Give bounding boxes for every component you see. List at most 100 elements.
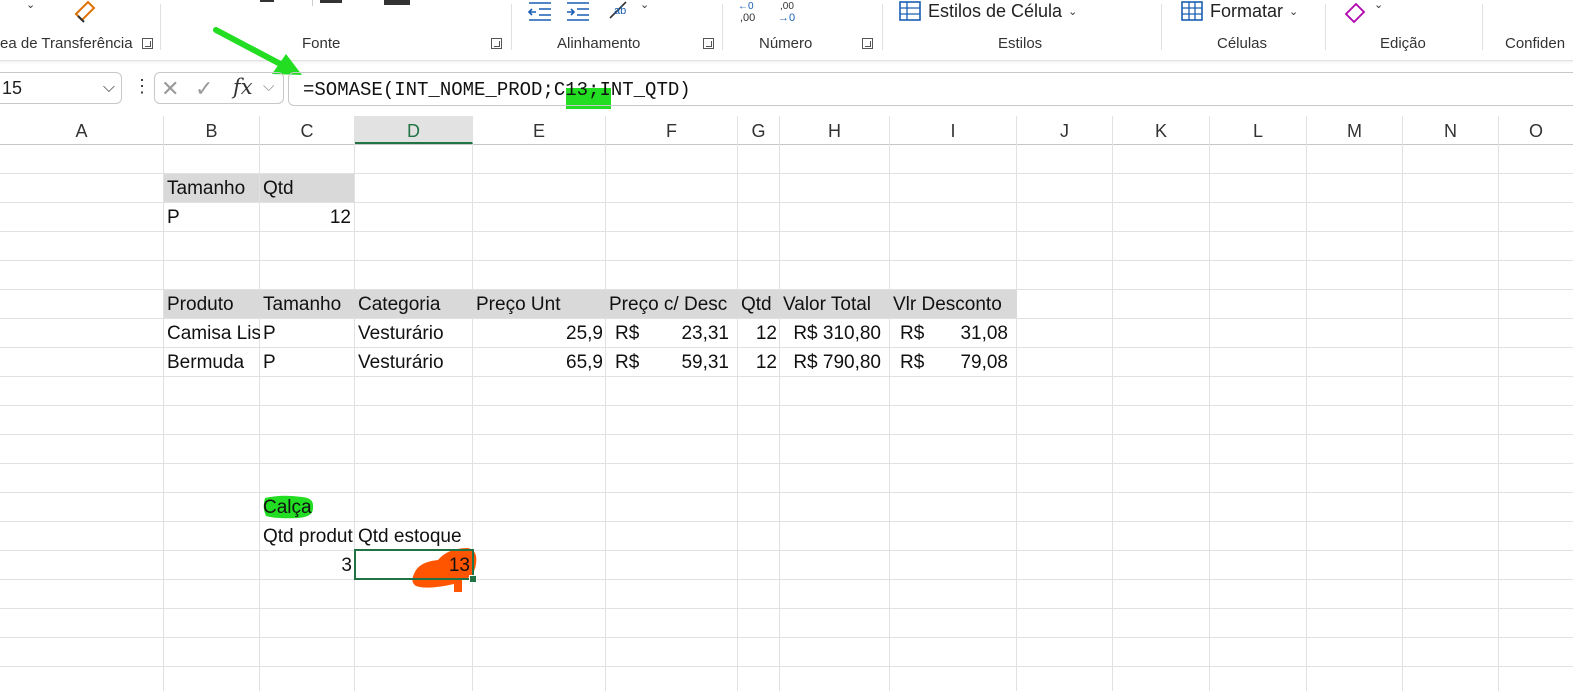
fill-handle[interactable] <box>469 575 477 583</box>
gridline <box>0 376 1573 377</box>
decrease-indent-icon[interactable] <box>527 0 553 22</box>
column-header-i[interactable]: I <box>890 116 1017 144</box>
cell-vlr-desconto[interactable]: 79,08 <box>937 348 1011 376</box>
group-separator <box>511 4 512 50</box>
divider <box>312 0 313 6</box>
orientation-dropdown-icon[interactable]: ⌄ <box>640 0 649 11</box>
estilos-de-celula-label: Estilos de Célula <box>928 0 1063 21</box>
cell-vlr-desconto[interactable]: 31,08 <box>937 319 1011 347</box>
column-header-g[interactable]: G <box>738 116 780 144</box>
eraser-icon[interactable] <box>1342 0 1368 24</box>
group-label-edicao: Edição <box>1380 35 1426 52</box>
cell-qtd[interactable]: 12 <box>738 348 780 376</box>
selected-cell-border <box>354 549 474 580</box>
group-label-celulas: Células <box>1217 35 1268 52</box>
column-header-d[interactable]: D <box>355 116 473 144</box>
column-header-b[interactable]: B <box>164 116 260 144</box>
column-header-f[interactable]: F <box>606 116 738 144</box>
column-header-a[interactable]: A <box>0 116 164 144</box>
chevron-down-icon[interactable]: ⌄ <box>26 0 35 11</box>
cell-qtd[interactable]: 12 <box>738 319 780 347</box>
chevron-down-icon[interactable]: ⌵ <box>103 73 115 103</box>
cell-header-valor-total[interactable]: Valor Total <box>780 290 890 318</box>
insert-function-icon[interactable]: fx <box>233 75 253 99</box>
cell-header-preco-unt[interactable]: Preço Unt <box>473 290 606 318</box>
cell-header-preco-desc[interactable]: Preço c/ Desc <box>606 290 738 318</box>
cell-preco-desc[interactable]: 23,31 <box>652 319 732 347</box>
font-color-icon[interactable] <box>384 0 410 5</box>
cell-categoria[interactable]: Vesturário <box>355 319 473 347</box>
cell-tamanho[interactable]: P <box>260 348 355 376</box>
column-header-h[interactable]: H <box>780 116 890 144</box>
gridline <box>0 434 1573 435</box>
gridline <box>0 666 1573 667</box>
underline-icon[interactable] <box>320 0 342 3</box>
cell-preco-unt[interactable]: 25,9 <box>473 319 606 347</box>
cell-header-categoria[interactable]: Categoria <box>355 290 473 318</box>
cell-qtd-value[interactable]: 12 <box>260 203 354 231</box>
cell-tamanho-header[interactable]: Tamanho <box>164 174 259 202</box>
chevron-down-icon[interactable]: ⌵ <box>263 78 274 95</box>
svg-text:←0: ←0 <box>738 1 754 12</box>
cell-produto-busca[interactable]: Calça <box>260 493 354 521</box>
cell-header-tamanho[interactable]: Tamanho <box>260 290 355 318</box>
cell-tamanho-value[interactable]: P <box>164 203 259 231</box>
name-box[interactable]: 15 ⌵ <box>0 72 122 104</box>
column-header-l[interactable]: L <box>1210 116 1307 144</box>
cell-label-qtd-produto[interactable]: Qtd produt <box>260 522 355 550</box>
more-options-icon[interactable]: ⋮ <box>133 76 151 97</box>
increase-indent-icon[interactable] <box>565 0 591 22</box>
gridline <box>0 260 1573 261</box>
font-size-icon[interactable] <box>260 0 274 2</box>
decrease-decimal-icon[interactable]: ,00→0 <box>776 0 806 24</box>
chevron-down-icon: ⌄ <box>1068 5 1078 18</box>
estilos-de-celula-button[interactable]: Estilos de Célula ⌄ <box>898 0 1077 22</box>
group-separator <box>1325 4 1326 50</box>
cell-styles-icon <box>899 1 921 21</box>
group-label-alinhamento: Alinhamento <box>557 35 641 52</box>
group-label-numero: Número <box>759 35 813 52</box>
column-header-e[interactable]: E <box>473 116 606 144</box>
cell-preco-unt[interactable]: 65,9 <box>473 348 606 376</box>
clear-dropdown-icon[interactable]: ⌄ <box>1374 0 1383 11</box>
format-painter-icon[interactable] <box>70 0 100 24</box>
enter-icon[interactable]: ✓ <box>195 76 213 102</box>
cell-produto[interactable]: Bermuda <box>164 348 260 376</box>
cell-header-qtd[interactable]: Qtd <box>738 290 780 318</box>
orientation-icon[interactable]: ab <box>606 0 634 22</box>
cell-preco-desc[interactable]: 59,31 <box>652 348 732 376</box>
group-separator <box>1482 4 1483 50</box>
column-header-o[interactable]: O <box>1499 116 1573 144</box>
gridline <box>0 521 1573 522</box>
cell-currency: R$ <box>615 323 640 344</box>
cell-currency: R$ <box>900 323 925 344</box>
column-header-k[interactable]: K <box>1113 116 1210 144</box>
group-label-estilos: Estilos <box>998 35 1043 52</box>
svg-text:→0: →0 <box>778 12 795 24</box>
cell-produto[interactable]: Camisa Lis <box>164 319 260 347</box>
cell-valor-total[interactable]: R$ 310,80 <box>780 319 884 347</box>
cell-tamanho[interactable]: P <box>260 319 355 347</box>
column-header-m[interactable]: M <box>1307 116 1403 144</box>
numero-launcher-icon[interactable] <box>862 38 873 49</box>
cell-header-produto[interactable]: Produto <box>164 290 260 318</box>
column-header-c[interactable]: C <box>260 116 355 144</box>
cell-header-vlr-desconto[interactable]: Vlr Desconto <box>890 290 1017 318</box>
increase-decimal-icon[interactable]: ←0,00 <box>736 0 766 24</box>
formula-input[interactable]: =SOMASE(INT_NOME_PROD;C13;INT_QTD) <box>288 72 1573 106</box>
cancel-icon[interactable]: ✕ <box>161 76 179 102</box>
gridline <box>0 550 1573 551</box>
column-header-n[interactable]: N <box>1403 116 1499 144</box>
cell-qtd-header[interactable]: Qtd <box>260 174 354 202</box>
cell-qtd-produto[interactable]: 3 <box>260 551 355 579</box>
cell-categoria[interactable]: Vesturário <box>355 348 473 376</box>
alinhamento-launcher-icon[interactable] <box>703 38 714 49</box>
format-cells-icon <box>1181 1 1203 21</box>
group-separator <box>1161 4 1162 50</box>
gridline <box>0 463 1573 464</box>
column-header-j[interactable]: J <box>1017 116 1113 144</box>
formatar-button[interactable]: Formatar ⌄ <box>1180 0 1298 22</box>
cell-valor-total[interactable]: R$ 790,80 <box>780 348 884 376</box>
fonte-launcher-icon[interactable] <box>491 38 502 49</box>
clipboard-launcher-icon[interactable] <box>142 38 153 49</box>
